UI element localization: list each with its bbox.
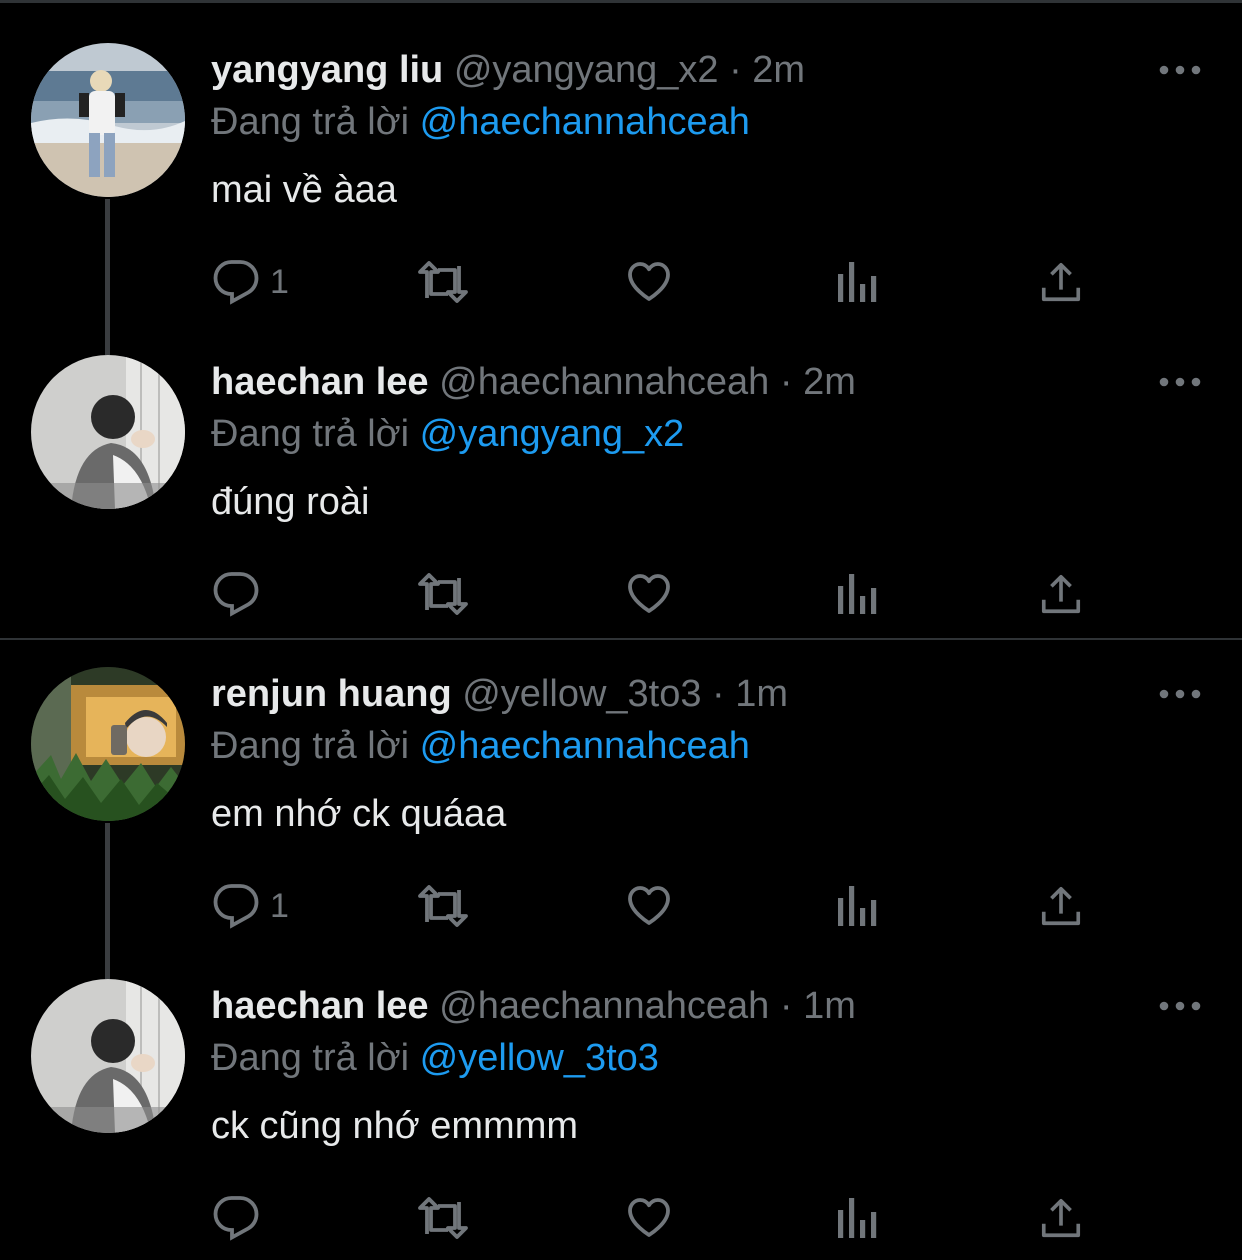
- views-button[interactable]: [834, 876, 878, 936]
- mention-link[interactable]: @yangyang_x2: [420, 413, 685, 455]
- timestamp[interactable]: 2m: [803, 361, 856, 403]
- like-button[interactable]: [625, 1188, 673, 1248]
- share-button[interactable]: [1038, 564, 1084, 624]
- share-icon: [1041, 886, 1081, 926]
- retweet-button[interactable]: [415, 1188, 471, 1248]
- timestamp[interactable]: 1m: [803, 985, 856, 1027]
- avatar[interactable]: [31, 979, 185, 1133]
- share-button[interactable]: [1038, 1188, 1084, 1248]
- reply-button[interactable]: 1: [212, 876, 289, 936]
- reply-count: 1: [270, 262, 289, 301]
- reply-count: 1: [270, 886, 289, 925]
- display-name[interactable]: haechan lee: [211, 361, 429, 403]
- action-bar: [0, 1188, 1242, 1248]
- display-name[interactable]: haechan lee: [211, 985, 429, 1027]
- reply-icon: [213, 1196, 259, 1241]
- views-icon: [838, 886, 877, 926]
- mention-link[interactable]: @yellow_3to3: [420, 1037, 659, 1079]
- replying-to: Đang trả lời @haechannahceah: [211, 100, 750, 144]
- share-button[interactable]: [1038, 876, 1084, 936]
- like-button[interactable]: [625, 876, 673, 936]
- display-name[interactable]: yangyang liu: [211, 49, 443, 91]
- like-button[interactable]: [625, 252, 673, 312]
- reply-icon: [213, 260, 259, 305]
- retweet-icon: [418, 573, 468, 615]
- tweet-header: haechan lee @haechannahceah · 1m: [211, 984, 856, 1028]
- reply-button[interactable]: [212, 564, 270, 624]
- tweet-text: ck cũng nhớ emmmm: [211, 1105, 579, 1147]
- heart-icon: [628, 574, 670, 613]
- tweet[interactable]: renjun huang @yellow_3to3 · 1m Đang trả …: [0, 624, 1242, 979]
- mention-link[interactable]: @haechannahceah: [420, 725, 750, 767]
- user-handle[interactable]: @yangyang_x2: [454, 49, 719, 91]
- heart-icon: [628, 262, 670, 301]
- replying-to: Đang trả lời @haechannahceah: [211, 724, 750, 768]
- reply-button[interactable]: [212, 1188, 270, 1248]
- share-icon: [1041, 262, 1081, 302]
- separator-dot: ·: [779, 985, 793, 1027]
- views-icon: [838, 262, 877, 302]
- replying-prefix: Đang trả lời: [211, 725, 410, 767]
- avatar[interactable]: [31, 43, 185, 197]
- more-icon[interactable]: [1158, 58, 1202, 82]
- action-bar: 1: [0, 252, 1242, 312]
- heart-icon: [628, 886, 670, 925]
- replying-prefix: Đang trả lời: [211, 413, 410, 455]
- avatar[interactable]: [31, 355, 185, 509]
- replying-prefix: Đang trả lời: [211, 101, 410, 143]
- tweet-text: đúng roài: [211, 481, 370, 523]
- separator-dot: ·: [779, 361, 793, 403]
- reply-icon: [213, 572, 259, 617]
- reply-icon: [213, 884, 259, 929]
- separator-dot: ·: [729, 49, 742, 91]
- like-button[interactable]: [625, 564, 673, 624]
- mention-link[interactable]: @haechannahceah: [420, 101, 750, 143]
- action-bar: 1: [0, 876, 1242, 936]
- replying-to: Đang trả lời @yellow_3to3: [211, 1036, 659, 1080]
- retweet-icon: [418, 1197, 468, 1239]
- tweet[interactable]: yangyang liu @yangyang_x2 · 2m Đang trả …: [0, 0, 1242, 355]
- reply-button[interactable]: 1: [212, 252, 289, 312]
- display-name[interactable]: renjun huang: [211, 673, 452, 715]
- views-button[interactable]: [834, 252, 878, 312]
- retweet-button[interactable]: [415, 564, 471, 624]
- tweet[interactable]: haechan lee @haechannahceah · 1m Đang tr…: [0, 936, 1242, 1248]
- views-icon: [838, 1198, 877, 1238]
- separator-dot: ·: [712, 673, 725, 715]
- avatar[interactable]: [31, 667, 185, 821]
- tweet[interactable]: haechan lee @haechannahceah · 2m Đang tr…: [0, 312, 1242, 624]
- views-button[interactable]: [834, 1188, 878, 1248]
- more-icon[interactable]: [1158, 682, 1202, 706]
- retweet-button[interactable]: [415, 876, 471, 936]
- retweet-icon: [418, 261, 468, 303]
- share-icon: [1041, 1198, 1081, 1238]
- avatar-mirror-image: [31, 667, 185, 821]
- avatar-window-image: [31, 355, 185, 509]
- views-icon: [838, 574, 877, 614]
- tweet-header: haechan lee @haechannahceah · 2m: [211, 360, 856, 404]
- tweet-text: em nhớ ck quáaa: [211, 793, 507, 835]
- replying-to: Đang trả lời @yangyang_x2: [211, 412, 684, 456]
- tweet-text: mai về àaa: [211, 169, 397, 211]
- tweet-header: renjun huang @yellow_3to3 · 1m: [211, 672, 788, 716]
- user-handle[interactable]: @haechannahceah: [439, 985, 769, 1027]
- share-button[interactable]: [1038, 252, 1084, 312]
- action-bar: [0, 564, 1242, 624]
- tweet-header: yangyang liu @yangyang_x2 · 2m: [211, 48, 805, 92]
- heart-icon: [628, 1198, 670, 1237]
- timestamp[interactable]: 2m: [752, 49, 805, 91]
- more-icon[interactable]: [1158, 370, 1202, 394]
- share-icon: [1041, 574, 1081, 614]
- user-handle[interactable]: @yellow_3to3: [462, 673, 701, 715]
- replying-prefix: Đang trả lời: [211, 1037, 410, 1079]
- avatar-window-image: [31, 979, 185, 1133]
- retweet-button[interactable]: [415, 252, 471, 312]
- more-icon[interactable]: [1158, 994, 1202, 1018]
- retweet-icon: [418, 885, 468, 927]
- timestamp[interactable]: 1m: [735, 673, 788, 715]
- user-handle[interactable]: @haechannahceah: [439, 361, 769, 403]
- avatar-beach-image: [31, 43, 185, 197]
- views-button[interactable]: [834, 564, 878, 624]
